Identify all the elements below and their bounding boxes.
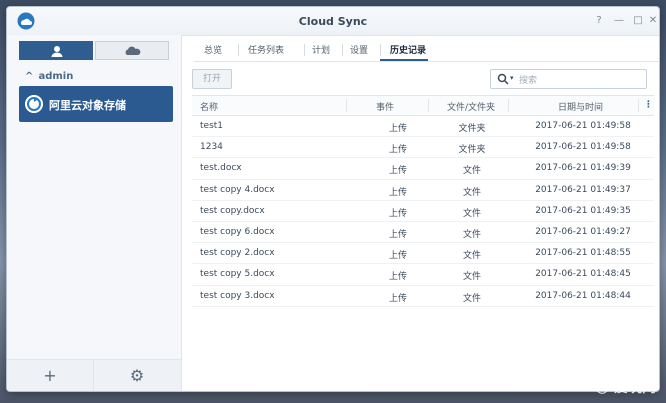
cell-datetime: 2017-06-21 01:48:45 — [535, 269, 631, 280]
search-box[interactable]: ▾ 搜索 — [490, 69, 647, 89]
provider-item-aliyun[interactable]: 阿里云对象存储 — [19, 86, 173, 122]
cell-name: 1234 — [200, 142, 223, 153]
column-options-icon[interactable]: ⋮ — [644, 100, 653, 110]
cell-datetime: 2017-06-21 01:48:44 — [535, 290, 631, 301]
cell-name: test copy 3.docx — [200, 290, 275, 301]
tab-bar: 总览 任务列表 计划 设置 历史记录 — [194, 39, 659, 62]
cell-name: test copy 6.docx — [200, 226, 275, 237]
column-header-name[interactable]: 名称 — [200, 100, 218, 113]
cloud-view-tab[interactable] — [95, 41, 169, 60]
column-divider — [638, 99, 639, 112]
cell-name: test copy 5.docx — [200, 269, 275, 280]
cloud-icon — [125, 46, 141, 55]
tab-divider — [304, 44, 305, 56]
table-row[interactable]: test.docx 上传 文件 2017-06-21 01:49:39 — [192, 158, 654, 180]
tab-task-list[interactable]: 任务列表 — [248, 43, 284, 56]
column-divider — [428, 99, 429, 112]
watermark-logo: ⓘ 爱玩网 — [595, 380, 656, 396]
sidebar-footer: + ⚙ — [7, 359, 181, 391]
table-row[interactable]: 1234 上传 文件夹 2017-06-21 01:49:58 — [192, 137, 654, 159]
settings-button[interactable]: ⚙ — [94, 360, 180, 391]
cell-event: 上传 — [388, 229, 407, 240]
cell-event: 上传 — [388, 187, 407, 198]
sync-status-icon — [25, 95, 43, 113]
user-group-header[interactable]: ^ admin — [25, 71, 73, 82]
tab-overview[interactable]: 总览 — [204, 43, 222, 56]
tab-schedule[interactable]: 计划 — [312, 43, 330, 56]
column-header-event[interactable]: 事件 — [376, 100, 394, 113]
cell-datetime: 2017-06-21 01:49:35 — [535, 205, 631, 216]
tab-divider — [380, 44, 381, 56]
minimize-icon[interactable]: — — [613, 15, 625, 27]
cell-event: 上传 — [388, 293, 407, 304]
help-icon[interactable]: ? — [593, 15, 605, 27]
cell-type: 文件 — [462, 251, 481, 262]
dropdown-caret-icon: ▾ — [510, 74, 514, 82]
column-divider — [346, 99, 347, 112]
cell-type: 文件 — [462, 208, 481, 219]
cell-name: test copy.docx — [200, 205, 265, 216]
plus-icon: + — [43, 366, 57, 385]
cell-datetime: 2017-06-21 01:49:27 — [535, 226, 631, 237]
cell-event: 上传 — [388, 272, 407, 283]
chevron-up-icon: ^ — [25, 71, 34, 82]
table-body: test1 上传 文件夹 2017-06-21 01:49:58 1234 上传 文件夹 20… — [192, 116, 654, 307]
cell-type: 文件 — [462, 293, 481, 304]
cell-event: 上传 — [388, 251, 407, 262]
tab-divider — [342, 44, 343, 56]
tab-history[interactable]: 历史记录 — [390, 43, 426, 56]
cell-name: test.docx — [200, 163, 242, 174]
history-table: 名称 事件 文件/文件夹 日期与时间 ⋮ test1 上传 文件夹 2017-06-2… — [192, 95, 654, 307]
user-view-tab[interactable] — [19, 41, 93, 60]
cell-name: test copy 4.docx — [200, 184, 275, 195]
cell-type: 文件 — [462, 187, 481, 198]
window-title: Cloud Sync — [298, 15, 368, 28]
table-row[interactable]: test copy 5.docx 上传 文件 2017-06-21 01:48:45 — [192, 264, 654, 286]
cell-type: 文件 — [462, 272, 481, 283]
table-row[interactable]: test copy 4.docx 上传 文件 2017-06-21 01:49:37 — [192, 180, 654, 201]
cell-datetime: 2017-06-21 01:49:58 — [535, 142, 631, 153]
table-row[interactable]: test copy 3.docx 上传 文件 2017-06-21 01:48:44 — [192, 286, 654, 307]
cell-type: 文件夹 — [458, 145, 486, 156]
cell-event: 上传 — [388, 166, 407, 177]
cell-type: 文件 — [462, 166, 481, 177]
table-row[interactable]: test copy 2.docx 上传 文件 2017-06-21 01:48:55 — [192, 243, 654, 265]
cell-datetime: 2017-06-21 01:49:58 — [535, 121, 631, 131]
add-button[interactable]: + — [7, 360, 94, 391]
maximize-icon[interactable]: □ — [632, 15, 644, 27]
cell-event: 上传 — [388, 124, 407, 134]
cloud-sync-window: Cloud Sync ? — □ ✕ ^ admin 阿里云对象存储 + ⚙ 总… — [6, 6, 660, 392]
cell-type: 文件夹 — [458, 124, 486, 134]
search-icon — [497, 73, 509, 85]
cell-datetime: 2017-06-21 01:49:37 — [535, 184, 631, 195]
cell-type: 文件 — [462, 229, 481, 240]
table-row[interactable]: test1 上传 文件夹 2017-06-21 01:49:58 — [192, 116, 654, 138]
cell-event: 上传 — [388, 208, 407, 219]
column-header-type[interactable]: 文件/文件夹 — [447, 100, 495, 113]
provider-label: 阿里云对象存储 — [49, 99, 126, 112]
cell-datetime: 2017-06-21 01:49:39 — [535, 163, 631, 174]
user-icon — [51, 46, 63, 57]
cell-name: test1 — [200, 121, 224, 131]
column-header-datetime[interactable]: 日期与时间 — [558, 100, 603, 113]
search-placeholder: 搜索 — [519, 76, 538, 86]
table-row[interactable]: test copy 6.docx 上传 文件 2017-06-21 01:49:27 — [192, 222, 654, 244]
tab-divider — [238, 44, 239, 56]
cell-name: test copy 2.docx — [200, 248, 275, 259]
close-icon[interactable]: ✕ — [647, 15, 659, 27]
active-tab-indicator — [380, 59, 428, 61]
cell-datetime: 2017-06-21 01:48:55 — [535, 248, 631, 259]
user-name: admin — [38, 71, 74, 82]
gear-icon: ⚙ — [129, 366, 145, 385]
column-divider — [508, 99, 509, 112]
sidebar: ^ admin 阿里云对象存储 + ⚙ — [7, 35, 182, 391]
table-header: 名称 事件 文件/文件夹 日期与时间 ⋮ — [192, 95, 654, 116]
table-row[interactable]: test copy.docx 上传 文件 2017-06-21 01:49:35 — [192, 201, 654, 222]
cell-event: 上传 — [388, 145, 407, 156]
open-button[interactable]: 打开 — [192, 69, 232, 89]
title-bar: Cloud Sync ? — □ ✕ — [7, 7, 659, 36]
main-panel: 总览 任务列表 计划 设置 历史记录 打开 ▾ 搜索 名称 事件 文件/文件夹 … — [182, 35, 659, 391]
sidebar-view-tabs — [19, 41, 169, 60]
tab-settings[interactable]: 设置 — [350, 43, 368, 56]
